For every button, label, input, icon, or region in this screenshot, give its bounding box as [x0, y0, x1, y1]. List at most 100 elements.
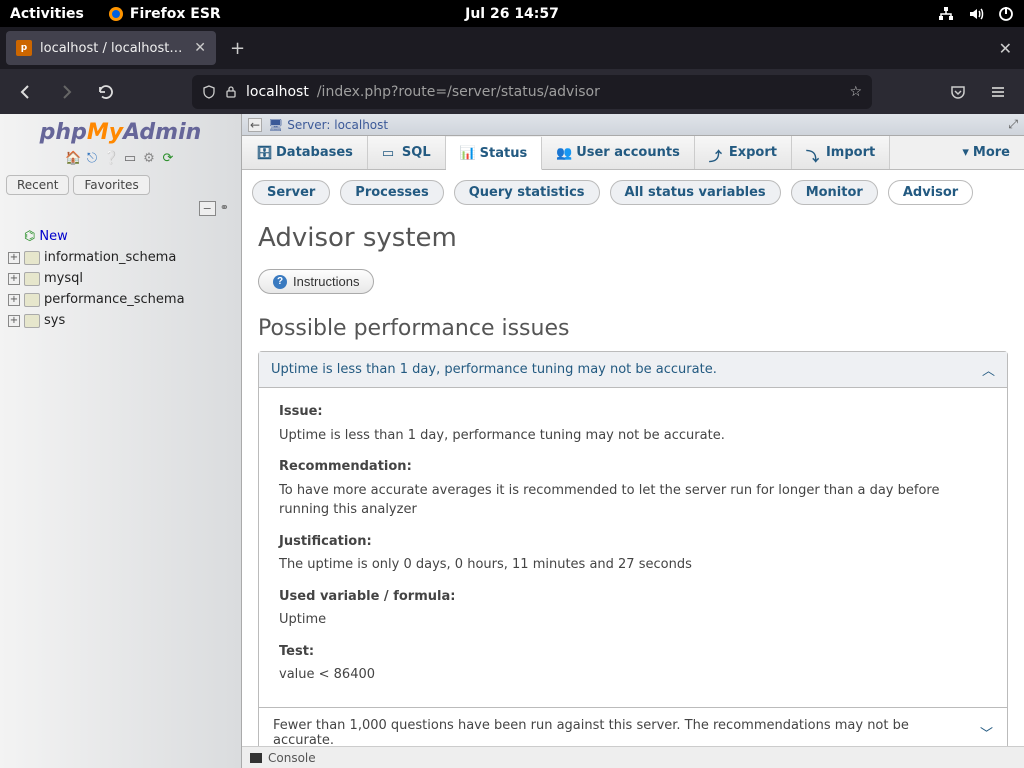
- lock-icon: [224, 85, 238, 99]
- chevron-up-icon: ︿: [982, 360, 995, 379]
- pma-iconbar: 🏠 ⎋ ❔ ▭ ⚙ ⟳: [0, 149, 241, 173]
- nav-status[interactable]: 📊Status: [446, 137, 543, 170]
- expand-icon[interactable]: +: [8, 315, 20, 327]
- subnav-server[interactable]: Server: [252, 180, 330, 205]
- justification-text: The uptime is only 0 days, 0 hours, 11 m…: [279, 555, 987, 575]
- test-text: value < 86400: [279, 665, 987, 685]
- expand-icon[interactable]: +: [8, 273, 20, 285]
- clock[interactable]: Jul 26 14:57: [465, 6, 559, 22]
- url-host: localhost: [246, 84, 309, 100]
- database-icon: [24, 314, 40, 328]
- expand-icon[interactable]: +: [8, 294, 20, 306]
- activities-button[interactable]: Activities: [10, 6, 84, 22]
- nav-export[interactable]: ⤴Export: [695, 136, 792, 169]
- issue-text: Uptime is less than 1 day, performance t…: [279, 426, 987, 446]
- nav-sql[interactable]: ▭SQL: [368, 136, 446, 169]
- tree-db-item[interactable]: +performance_schema: [8, 289, 237, 310]
- network-icon[interactable]: [938, 6, 954, 22]
- volume-icon[interactable]: [968, 6, 984, 22]
- breadcrumb-back-icon[interactable]: ←: [248, 118, 262, 132]
- firefox-nav-bar: localhost/index.php?route=/server/status…: [0, 69, 1024, 114]
- databases-icon: 🗄: [256, 146, 270, 160]
- issue-header-1[interactable]: Uptime is less than 1 day, performance t…: [259, 352, 1007, 388]
- sidebar-tab-recent[interactable]: Recent: [6, 175, 69, 195]
- issues-heading: Possible performance issues: [258, 316, 1008, 341]
- docs-icon[interactable]: ❔: [103, 151, 119, 167]
- collapse-all-icon[interactable]: −: [199, 201, 216, 216]
- tree-db-item[interactable]: +information_schema: [8, 247, 237, 268]
- recommendation-label: Recommendation:: [279, 457, 987, 477]
- top-nav: 🗄Databases ▭SQL 📊Status 👥User accounts ⤴…: [242, 136, 1024, 170]
- database-icon: [24, 272, 40, 286]
- status-icon: 📊: [460, 146, 474, 160]
- chevron-down-icon: ﹀: [970, 723, 993, 742]
- dropdown-icon: ▾: [962, 145, 969, 160]
- expand-icon[interactable]: +: [8, 252, 20, 264]
- content-area: Advisor system ? Instructions Possible p…: [242, 211, 1024, 746]
- app-menu-button[interactable]: [982, 76, 1014, 108]
- window-close-icon[interactable]: ✕: [999, 39, 1018, 58]
- sidebar-tab-favorites[interactable]: Favorites: [73, 175, 149, 195]
- variable-label: Used variable / formula:: [279, 587, 987, 607]
- pma-logo[interactable]: phpMyAdmin: [0, 114, 241, 149]
- instructions-button[interactable]: ? Instructions: [258, 269, 374, 294]
- new-tab-button[interactable]: +: [230, 38, 245, 59]
- db-tree: ⌬ New +information_schema +mysql +perfor…: [0, 220, 241, 337]
- issue-header-2[interactable]: Fewer than 1,000 questions have been run…: [259, 707, 1007, 747]
- firefox-icon: [108, 6, 124, 22]
- browser-tab[interactable]: p localhost / localhost | phpMyAdmin ✕: [6, 31, 216, 65]
- reload-button[interactable]: [90, 76, 122, 108]
- power-icon[interactable]: [998, 6, 1014, 22]
- url-bar[interactable]: localhost/index.php?route=/server/status…: [192, 75, 872, 109]
- database-icon: [24, 251, 40, 265]
- console-icon: [250, 753, 262, 763]
- issue-body-1: Issue: Uptime is less than 1 day, perfor…: [259, 388, 1007, 707]
- breadcrumb-collapse-icon[interactable]: ⤢: [1008, 117, 1018, 132]
- nav-user-accounts[interactable]: 👥User accounts: [542, 136, 695, 169]
- new-db-icon: ⌬: [24, 229, 35, 244]
- pma-sidebar: phpMyAdmin 🏠 ⎋ ❔ ▭ ⚙ ⟳ Recent Favorites …: [0, 114, 242, 768]
- export-icon: ⤴: [709, 146, 723, 160]
- test-label: Test:: [279, 642, 987, 662]
- subnav-processes[interactable]: Processes: [340, 180, 443, 205]
- page-title: Advisor system: [258, 223, 1008, 253]
- nav-more[interactable]: ▾More: [948, 136, 1024, 169]
- tab-title: localhost / localhost | phpMyAdmin: [40, 41, 186, 56]
- nav-databases[interactable]: 🗄Databases: [242, 136, 368, 169]
- logout-icon[interactable]: ⎋: [84, 151, 100, 167]
- subnav-monitor[interactable]: Monitor: [791, 180, 878, 205]
- forward-button: [50, 76, 82, 108]
- tree-db-item[interactable]: +sys: [8, 310, 237, 331]
- reload-icon[interactable]: ⟳: [160, 151, 176, 167]
- tree-new-db[interactable]: ⌬ New: [8, 226, 237, 247]
- tab-close-icon[interactable]: ✕: [194, 40, 206, 56]
- sql-icon: ▭: [382, 146, 396, 160]
- breadcrumb-server[interactable]: 🖥 Server: localhost: [268, 118, 388, 132]
- url-path: /index.php?route=/server/status/advisor: [317, 84, 600, 100]
- server-breadcrumb-bar: ← 🖥 Server: localhost ⤢: [242, 114, 1024, 136]
- link-icon[interactable]: ⚭: [220, 201, 229, 216]
- status-subnav: Server Processes Query statistics All st…: [242, 170, 1024, 211]
- tree-db-item[interactable]: +mysql: [8, 268, 237, 289]
- settings-icon[interactable]: ⚙: [141, 151, 157, 167]
- nav-import[interactable]: ⤵Import: [792, 136, 890, 169]
- justification-label: Justification:: [279, 532, 987, 552]
- server-icon: 🖥: [268, 118, 283, 132]
- console-bar[interactable]: Console: [242, 746, 1024, 768]
- pma-main: ← 🖥 Server: localhost ⤢ 🗄Databases ▭SQL …: [242, 114, 1024, 768]
- shield-icon: [202, 85, 216, 99]
- sql-icon[interactable]: ▭: [122, 151, 138, 167]
- back-button[interactable]: [10, 76, 42, 108]
- subnav-all-status[interactable]: All status variables: [610, 180, 781, 205]
- pocket-button[interactable]: [942, 76, 974, 108]
- subnav-query-stats[interactable]: Query statistics: [454, 180, 600, 205]
- recommendation-text: To have more accurate averages it is rec…: [279, 481, 987, 520]
- active-app-indicator[interactable]: Firefox ESR: [108, 6, 221, 22]
- bookmark-star-icon[interactable]: ☆: [849, 84, 862, 100]
- home-icon[interactable]: 🏠: [65, 151, 81, 167]
- users-icon: 👥: [556, 146, 570, 160]
- pma-favicon: p: [16, 40, 32, 56]
- issues-accordion: Uptime is less than 1 day, performance t…: [258, 351, 1008, 746]
- subnav-advisor[interactable]: Advisor: [888, 180, 973, 205]
- firefox-tab-bar: p localhost / localhost | phpMyAdmin ✕ +…: [0, 27, 1024, 69]
